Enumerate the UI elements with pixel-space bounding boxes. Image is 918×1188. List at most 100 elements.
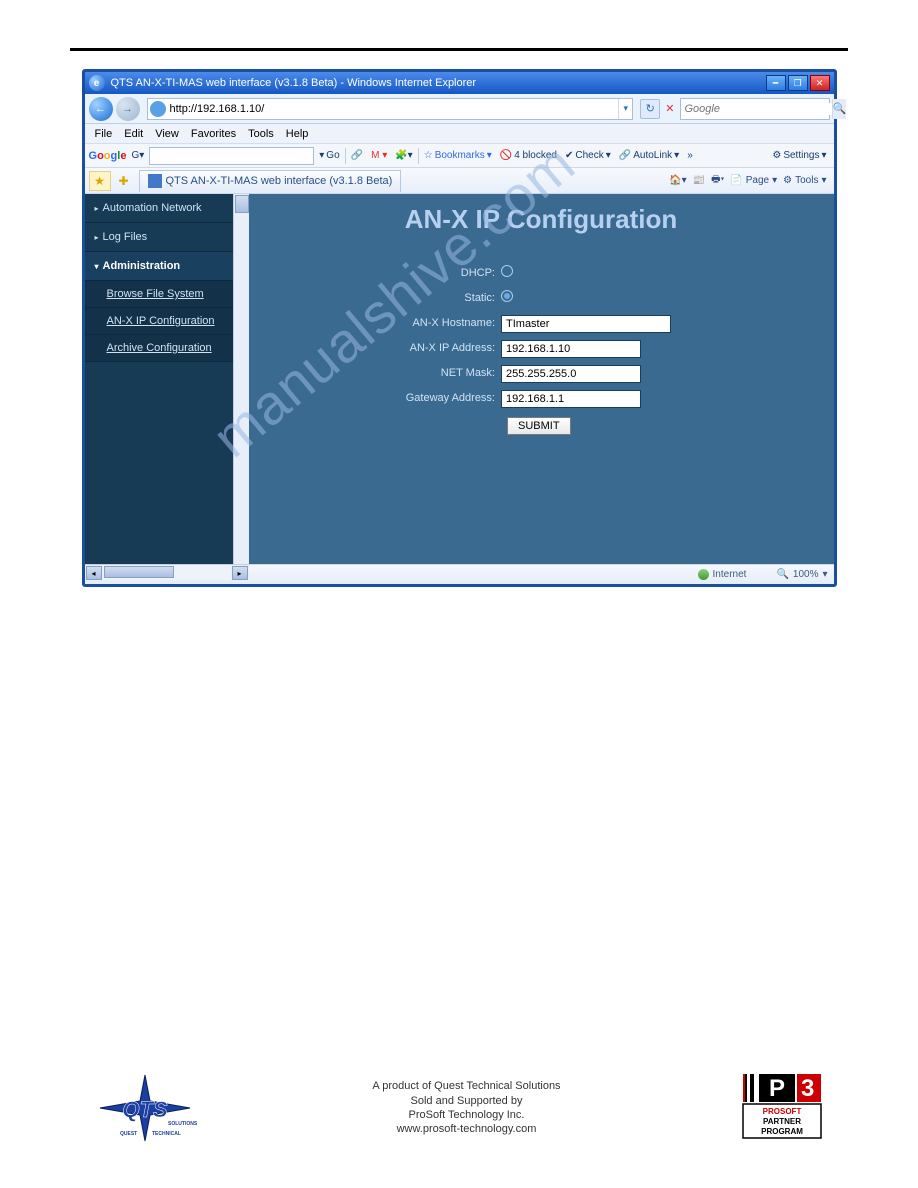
feed-button[interactable]: 📰: [690, 171, 708, 191]
scroll-up-button[interactable]: [235, 195, 249, 213]
mask-input[interactable]: [501, 365, 641, 383]
menu-edit[interactable]: Edit: [118, 126, 149, 142]
page-footer: QTS QUEST TECHNICAL SOLUTIONS A product …: [0, 1068, 918, 1148]
url-input[interactable]: [168, 103, 619, 115]
tools-menu[interactable]: ⚙ Tools ▾: [780, 171, 829, 191]
gmail-icon[interactable]: M ▾: [368, 147, 390, 165]
sidebar-item-administration[interactable]: ▾Administration: [85, 252, 233, 281]
page-content: ▸Automation Network ▸Log Files ▾Administ…: [85, 194, 834, 564]
svg-text:PARTNER: PARTNER: [763, 1117, 801, 1126]
left-sidebar: ▸Automation Network ▸Log Files ▾Administ…: [85, 194, 233, 564]
favorites-star-button[interactable]: ★: [89, 171, 111, 191]
hscroll-thumb[interactable]: [104, 566, 174, 578]
settings-button[interactable]: ⚙ Settings▾: [769, 147, 829, 165]
static-radio[interactable]: [501, 290, 513, 302]
nav-toolbar: ← → ▾ ↻ ✕ 🔍: [85, 94, 834, 124]
google-search-input[interactable]: [149, 147, 314, 165]
sidebar-hscrollbar[interactable]: ◂ ▸: [85, 564, 249, 580]
internet-zone-icon: [698, 569, 709, 580]
google-toolbar: Google G▾ ▾ Go 🔗 M ▾ 🧩▾ ☆ Bookmarks▾ 🚫 4…: [85, 144, 834, 168]
url-dropdown-icon[interactable]: ▾: [618, 99, 632, 119]
address-bar[interactable]: ▾: [147, 98, 634, 120]
footer-text-block: A product of Quest Technical Solutions S…: [372, 1079, 560, 1136]
page-heading: AN-X IP Configuration: [249, 204, 834, 235]
chevron-down-icon: ▾: [822, 569, 827, 580]
menu-view[interactable]: View: [149, 126, 185, 142]
footer-line-4: www.prosoft-technology.com: [397, 1122, 537, 1136]
refresh-button[interactable]: ↻: [640, 99, 660, 119]
favorites-bar: ★ ✚ QTS AN-X-TI-MAS web interface (v3.1.…: [85, 168, 834, 194]
maximize-button[interactable]: ❐: [788, 75, 808, 91]
security-zone: Internet: [698, 569, 747, 580]
browser-tab[interactable]: QTS AN-X-TI-MAS web interface (v3.1.8 Be…: [139, 170, 402, 192]
scroll-right-button[interactable]: ▸: [232, 566, 248, 580]
popup-blocked[interactable]: 🚫 4 blocked: [497, 147, 560, 165]
forward-button[interactable]: →: [116, 97, 140, 121]
svg-text:QTS: QTS: [122, 1097, 168, 1122]
svg-text:QUEST: QUEST: [120, 1131, 137, 1137]
google-tool-icon[interactable]: 🧩▾: [392, 147, 415, 165]
sidebar-sub-ipconfig[interactable]: AN-X IP Configuration: [85, 308, 233, 335]
footer-line-3: ProSoft Technology Inc.: [409, 1108, 525, 1122]
print-button[interactable]: 🖶▾: [708, 171, 727, 191]
zoom-control[interactable]: 🔍 100% ▾: [776, 569, 827, 580]
horizontal-rule: [70, 48, 848, 51]
bookmarks-button[interactable]: ☆ Bookmarks▾: [421, 147, 495, 165]
back-button[interactable]: ←: [89, 97, 113, 121]
menu-file[interactable]: File: [89, 126, 119, 142]
more-button[interactable]: »: [684, 147, 696, 165]
qts-logo-block: QTS QUEST TECHNICAL SOLUTIONS: [90, 1073, 200, 1143]
menu-tools[interactable]: Tools: [242, 126, 280, 142]
mask-label: NET Mask:: [361, 367, 501, 379]
svg-text:P: P: [769, 1075, 785, 1102]
p3-logo-block: P 3 PROSOFT PARTNER PROGRAM: [733, 1068, 828, 1148]
svg-text:TECHNICAL: TECHNICAL: [152, 1131, 181, 1137]
ip-input[interactable]: [501, 340, 641, 358]
ie-icon: e: [89, 75, 105, 91]
qts-logo: QTS QUEST TECHNICAL SOLUTIONS: [90, 1073, 200, 1143]
sidebar-item-logfiles[interactable]: ▸Log Files: [85, 223, 233, 252]
gateway-input[interactable]: [501, 390, 641, 408]
chevron-down-icon: ▾: [95, 262, 99, 271]
page-menu[interactable]: 📄 Page ▾: [727, 171, 780, 191]
google-go-button[interactable]: ▾ Go: [316, 147, 342, 165]
dhcp-label: DHCP:: [361, 267, 501, 279]
close-button[interactable]: ✕: [810, 75, 830, 91]
check-button[interactable]: ✔ Check ▾: [562, 147, 614, 165]
gateway-label: Gateway Address:: [361, 392, 501, 404]
dhcp-radio[interactable]: [501, 265, 513, 277]
hostname-label: AN-X Hostname:: [361, 317, 501, 329]
chevron-right-icon: ▸: [95, 233, 99, 242]
google-logo: Google: [89, 150, 127, 162]
footer-line-2: Sold and Supported by: [411, 1094, 523, 1108]
window-title: QTS AN-X-TI-MAS web interface (v3.1.8 Be…: [111, 77, 477, 89]
submit-button[interactable]: SUBMIT: [507, 417, 571, 435]
home-button[interactable]: 🏠▾: [666, 171, 689, 191]
window-titlebar: e QTS AN-X-TI-MAS web interface (v3.1.8 …: [85, 72, 834, 94]
footer-line-1: A product of Quest Technical Solutions: [372, 1079, 560, 1093]
autolink-button[interactable]: 🔗 AutoLink ▾: [616, 147, 682, 165]
ip-label: AN-X IP Address:: [361, 342, 501, 354]
add-favorite-button[interactable]: ✚: [113, 171, 135, 191]
hostname-input[interactable]: [501, 315, 671, 333]
p3-logo: P 3 PROSOFT PARTNER PROGRAM: [733, 1068, 828, 1148]
ip-config-form: DHCP: Static: AN-X Hostname: AN-X IP Add…: [361, 263, 721, 435]
search-box[interactable]: 🔍: [680, 98, 830, 120]
sidebar-sub-archive[interactable]: Archive Configuration: [85, 335, 233, 362]
scroll-left-button[interactable]: ◂: [86, 566, 102, 580]
zoom-icon: 🔍: [776, 569, 788, 580]
sidebar-vscrollbar[interactable]: [233, 194, 249, 564]
svg-text:PROSOFT: PROSOFT: [763, 1107, 802, 1116]
google-link-icon[interactable]: 🔗: [348, 147, 366, 165]
search-input[interactable]: [681, 103, 832, 115]
svg-text:3: 3: [801, 1075, 814, 1102]
menu-favorites[interactable]: Favorites: [185, 126, 242, 142]
stop-button[interactable]: ✕: [663, 102, 676, 115]
google-g-dropdown[interactable]: G▾: [128, 147, 147, 165]
menu-help[interactable]: Help: [280, 126, 315, 142]
search-icon[interactable]: 🔍: [832, 99, 847, 119]
static-label: Static:: [361, 292, 501, 304]
sidebar-item-automation[interactable]: ▸Automation Network: [85, 194, 233, 223]
sidebar-sub-browsefs[interactable]: Browse File System: [85, 281, 233, 308]
minimize-button[interactable]: ━: [766, 75, 786, 91]
